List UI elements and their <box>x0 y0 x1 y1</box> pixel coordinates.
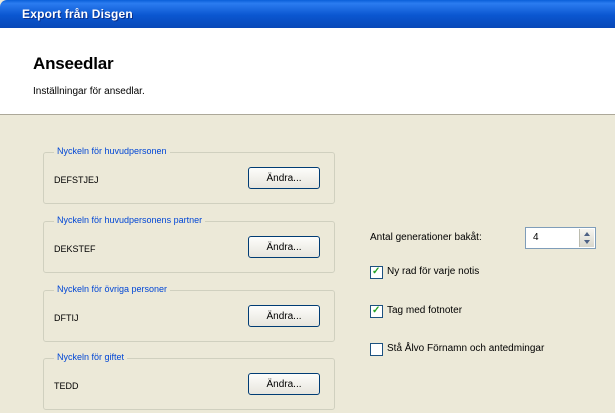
group-value: TEDD <box>54 381 79 391</box>
group-label: Nyckeln för huvudpersonens partner <box>54 215 206 225</box>
page-title: Anseedlar <box>33 54 114 73</box>
title-bar[interactable]: Export från Disgen <box>0 0 615 28</box>
group-value: DFTIJ <box>54 313 79 323</box>
change-button[interactable]: Ändra... <box>248 373 320 395</box>
spin-up-icon[interactable] <box>584 232 590 236</box>
generations-spinner[interactable]: 4 <box>525 227 596 249</box>
group-label: Nyckeln för giftet <box>54 352 128 362</box>
export-dialog: Export från Disgen Anseedlar Inställning… <box>0 0 615 413</box>
change-button[interactable]: Ändra... <box>248 236 320 258</box>
checkbox-label: Ny rad för varje notis <box>387 266 480 277</box>
dialog-header: Anseedlar Inställningar för ansedlar. <box>0 28 615 115</box>
key-group-other-persons: Nyckeln för övriga personer DFTIJ Ändra.… <box>43 284 335 342</box>
check-icon: ✓ <box>372 266 381 277</box>
checkbox-label: Stå Ålvo Förnamn och antedmingar <box>387 343 545 354</box>
change-button[interactable]: Ändra... <box>248 167 320 189</box>
new-line-checkbox[interactable]: ✓ Ny rad för varje notis <box>370 266 610 280</box>
checkbox-box[interactable]: ✓ <box>370 305 383 318</box>
window-title: Export från Disgen <box>22 7 133 21</box>
group-label: Nyckeln för huvudpersonen <box>54 146 170 156</box>
spin-down-icon[interactable] <box>584 240 590 244</box>
checkbox-label: Tag med fotnoter <box>387 305 463 316</box>
key-group-main-person: Nyckeln för huvudpersonen DEFSTJEJ Ändra… <box>43 146 335 204</box>
group-value: DEFSTJEJ <box>54 175 99 185</box>
group-value: DEKSTEF <box>54 244 96 254</box>
change-button[interactable]: Ändra... <box>248 305 320 327</box>
generations-value[interactable]: 4 <box>533 232 539 243</box>
key-group-partner: Nyckeln för huvudpersonens partner DEKST… <box>43 215 335 273</box>
page-subtitle: Inställningar för ansedlar. <box>33 86 145 97</box>
checkbox-box[interactable] <box>370 343 383 356</box>
spinner-buttons[interactable] <box>579 229 594 247</box>
check-icon: ✓ <box>372 305 381 316</box>
footnotes-checkbox[interactable]: ✓ Tag med fotnoter <box>370 305 610 319</box>
group-label: Nyckeln för övriga personer <box>54 284 171 294</box>
first-name-checkbox[interactable]: Stå Ålvo Förnamn och antedmingar <box>370 343 610 357</box>
generations-label: Antal generationer bakåt: <box>370 232 482 243</box>
checkbox-box[interactable]: ✓ <box>370 266 383 279</box>
key-group-marriage: Nyckeln för giftet TEDD Ändra... <box>43 352 335 410</box>
